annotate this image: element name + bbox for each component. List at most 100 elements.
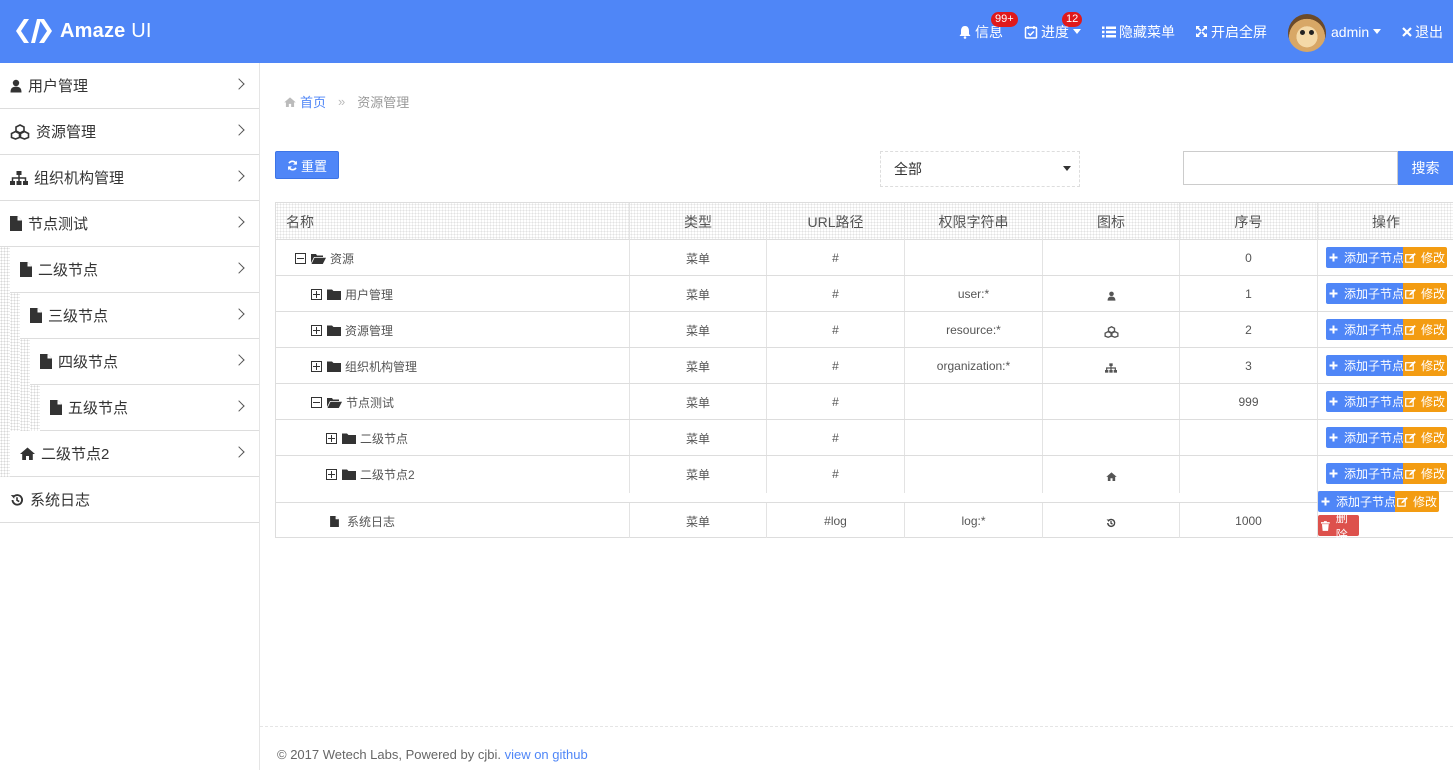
edit-button[interactable]: 修改 [1403, 247, 1447, 268]
logo-text: Amaze UI [60, 19, 152, 42]
add-child-node-button[interactable]: 添加子节点 [1326, 391, 1404, 412]
add-child-node-button[interactable]: 添加子节点 [1326, 247, 1404, 268]
column-header-order[interactable]: 序号 [1180, 203, 1317, 240]
sidebar-item-resource-management[interactable]: 资源管理 [0, 109, 259, 155]
chevron-right-icon [233, 354, 245, 366]
fullscreen-button[interactable]: 开启全屏 [1195, 0, 1267, 63]
list-icon [1102, 26, 1116, 37]
plus-icon [1329, 469, 1338, 478]
github-link[interactable]: view on github [505, 747, 588, 762]
logout-button[interactable]: 退出 [1402, 0, 1443, 63]
row-order: 1000 [1235, 514, 1262, 528]
footer: © 2017 Wetech Labs, Powered by cjbi. vie… [277, 747, 588, 762]
user-icon [10, 79, 22, 92]
row-order: 3 [1245, 359, 1252, 373]
edit-button[interactable]: 修改 [1403, 427, 1447, 448]
add-child-node-button[interactable]: 添加子节点 [1326, 319, 1404, 340]
row-type: 菜单 [685, 323, 710, 338]
expand-toggle[interactable] [311, 324, 322, 336]
column-header-name[interactable]: 名称 [286, 203, 486, 240]
progress-badge: 12 [1062, 12, 1083, 27]
plus-icon [1329, 397, 1338, 406]
sidebar-item-level5-node[interactable]: 五级节点 [40, 385, 259, 431]
delete-button[interactable]: 删除 [1318, 511, 1359, 542]
messages-menu[interactable]: 信息 [958, 0, 1003, 63]
row-permission: user:* [957, 287, 990, 301]
folder-open-icon [327, 397, 342, 408]
column-header-icon[interactable]: 图标 [1043, 203, 1179, 240]
sidebar-indent-pattern [0, 247, 10, 477]
row-permission: resource:* [946, 323, 1001, 337]
plus-icon [1329, 361, 1338, 370]
row-order: 0 [1245, 251, 1252, 265]
plus-icon [1329, 433, 1338, 442]
sidebar-item-level2-node[interactable]: 二级节点 [10, 247, 259, 293]
folder-icon [342, 469, 356, 480]
breadcrumb-home-link[interactable]: 首页 [300, 92, 326, 111]
edit-button[interactable]: 修改 [1395, 491, 1439, 512]
breadcrumb-current: 资源管理 [357, 95, 410, 110]
row-permission: organization:* [936, 359, 1011, 373]
expand-toggle[interactable] [311, 288, 322, 300]
refresh-icon [288, 160, 297, 170]
cubes-icon [1103, 325, 1119, 338]
sidebar-item-user-management[interactable]: 用户管理 [0, 63, 259, 109]
edit-icon [1405, 252, 1416, 263]
breadcrumb-separator: » [338, 94, 346, 109]
top-header: Amaze UI 信息 99+ 进度 12 隐藏菜单 开启全屏 admin 退出 [0, 0, 1453, 63]
sidebar-indent-pattern [10, 293, 20, 431]
edit-button[interactable]: 修改 [1403, 283, 1447, 304]
home-icon [1105, 471, 1117, 481]
logo[interactable]: Amaze UI [14, 16, 152, 46]
collapse-toggle[interactable] [295, 252, 306, 264]
expand-toggle[interactable] [326, 468, 337, 480]
sidebar-item-system-log[interactable]: 系统日志 [0, 477, 259, 523]
row-icon [1043, 312, 1179, 348]
row-url: # [832, 431, 839, 445]
bell-icon [959, 25, 971, 39]
messages-badge: 99+ [991, 12, 1018, 27]
collapse-toggle[interactable] [311, 396, 322, 408]
sidebar-item-level3-node[interactable]: 三级节点 [20, 293, 259, 339]
add-child-node-button[interactable]: 添加子节点 [1326, 463, 1404, 484]
edit-button[interactable]: 修改 [1403, 319, 1447, 340]
sidebar-item-node-test[interactable]: 节点测试 [0, 201, 259, 247]
plus-icon [1329, 289, 1338, 298]
folder-icon [327, 289, 341, 300]
breadcrumb: 首页 » 资源管理 [284, 92, 409, 111]
row-name: 系统日志 [330, 503, 620, 539]
add-child-node-button[interactable]: 添加子节点 [1326, 355, 1404, 376]
edit-icon [1405, 468, 1416, 479]
user-menu[interactable]: admin [1331, 0, 1382, 63]
edit-button[interactable]: 修改 [1403, 391, 1447, 412]
column-header-type[interactable]: 类型 [630, 203, 766, 240]
add-child-node-button[interactable]: 添加子节点 [1326, 427, 1404, 448]
edit-button[interactable]: 修改 [1403, 463, 1447, 484]
edit-button[interactable]: 修改 [1403, 355, 1447, 376]
column-header-url[interactable]: URL路径 [767, 203, 904, 240]
search-button[interactable]: 搜索 [1398, 151, 1453, 185]
reset-button[interactable]: 重置 [275, 151, 339, 179]
hide-menu-button[interactable]: 隐藏菜单 [1102, 0, 1175, 63]
type-filter-select[interactable]: 全部 [880, 151, 1080, 187]
sidebar-item-level2-node2[interactable]: 二级节点2 [10, 431, 259, 477]
search-input[interactable] [1183, 151, 1398, 185]
add-child-node-button[interactable]: 添加子节点 [1326, 283, 1404, 304]
avatar[interactable] [1288, 14, 1326, 52]
expand-toggle[interactable] [311, 360, 322, 372]
history-icon [1106, 518, 1116, 528]
row-type: 菜单 [685, 287, 710, 302]
sidebar-item-organization-management[interactable]: 组织机构管理 [0, 155, 259, 201]
sidebar-item-level4-node[interactable]: 四级节点 [30, 339, 259, 385]
column-header-permission[interactable]: 权限字符串 [905, 203, 1042, 240]
folder-open-icon [311, 253, 326, 264]
file-icon [330, 515, 339, 527]
row-name: 二级节点2 [326, 456, 626, 492]
row-url: #log [824, 514, 847, 528]
chevron-right-icon [233, 400, 245, 412]
row-type: 菜单 [685, 359, 710, 374]
close-icon [1402, 26, 1412, 37]
progress-menu[interactable]: 进度 [1024, 0, 1081, 63]
arrows-alt-icon [1196, 26, 1207, 37]
expand-toggle[interactable] [326, 432, 337, 444]
